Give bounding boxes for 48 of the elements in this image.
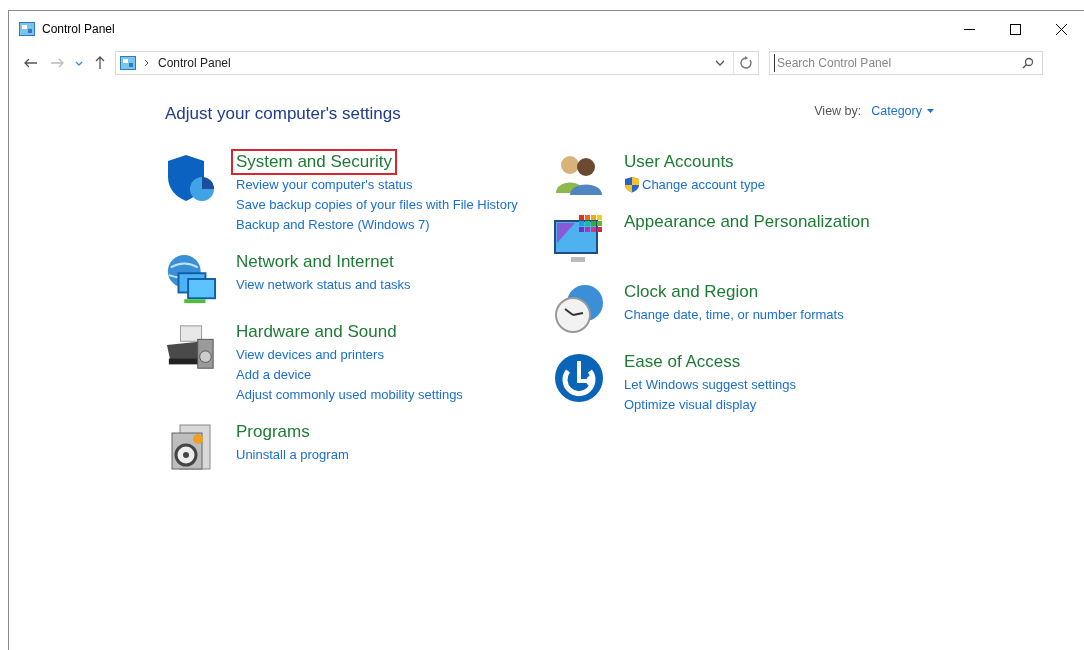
task-link[interactable]: Add a device — [236, 364, 312, 385]
accessibility-dial-icon — [554, 352, 604, 403]
globe-clock-icon — [553, 282, 605, 335]
chevron-down-icon — [75, 60, 83, 66]
task-link[interactable]: Uninstall a program — [236, 444, 349, 465]
category-link[interactable]: Appearance and Personalization — [619, 208, 875, 235]
view-by-label: View by: — [814, 103, 862, 120]
category-link[interactable]: Network and Internet — [231, 248, 399, 275]
monitor-palette-icon — [553, 212, 605, 265]
view-by-dropdown[interactable]: Category — [871, 102, 934, 121]
task-link[interactable]: Save backup copies of your files with File History — [236, 194, 518, 215]
category-link[interactable]: Clock and Region — [619, 278, 764, 305]
category-link[interactable]: Programs — [231, 418, 315, 445]
search-input[interactable]: Search Control Panel — [774, 54, 1022, 72]
category-link[interactable]: Ease of Access — [619, 348, 746, 375]
chevron-down-icon — [715, 60, 725, 66]
breadcrumb-item[interactable]: Control Panel — [158, 54, 231, 72]
task-link[interactable]: Review your computer's status — [236, 174, 413, 195]
chevron-right-icon — [144, 59, 150, 67]
task-link[interactable]: Change date, time, or number formats — [624, 304, 844, 325]
category-link[interactable]: System and Security — [231, 148, 397, 175]
category-link[interactable]: User Accounts — [619, 148, 739, 175]
task-link[interactable]: Change account type — [642, 174, 765, 195]
task-link[interactable]: Let Windows suggest settings — [624, 374, 796, 395]
globe-computers-icon — [165, 252, 217, 305]
software-box-icon — [168, 422, 214, 471]
search-icon — [1022, 57, 1034, 69]
up-arrow-icon — [95, 56, 105, 70]
address-bar[interactable]: Control Panel — [115, 51, 759, 75]
category-link[interactable]: Hardware and Sound — [231, 318, 402, 345]
left-arrow-icon — [24, 58, 38, 68]
control-panel-icon — [120, 56, 136, 70]
control-panel-icon — [19, 22, 35, 36]
minimize-icon — [963, 28, 975, 30]
search-field[interactable]: Search Control Panel — [769, 51, 1043, 75]
maximize-icon — [1009, 23, 1021, 35]
task-link[interactable]: Optimize visual display — [624, 394, 757, 415]
right-arrow-icon — [50, 58, 64, 68]
shield-icon — [166, 152, 216, 203]
task-link[interactable]: View devices and printers — [236, 344, 384, 365]
page-heading: Adjust your computer's settings — [165, 103, 401, 125]
window-title: Control Panel — [42, 21, 115, 38]
close-icon — [1055, 23, 1067, 35]
task-link[interactable]: Adjust commonly used mobility settings — [236, 384, 463, 405]
task-link[interactable]: Backup and Restore (Windows 7) — [236, 214, 430, 235]
task-link[interactable]: View network status and tasks — [236, 274, 411, 295]
refresh-icon — [739, 56, 753, 70]
caret-icon — [927, 109, 934, 114]
